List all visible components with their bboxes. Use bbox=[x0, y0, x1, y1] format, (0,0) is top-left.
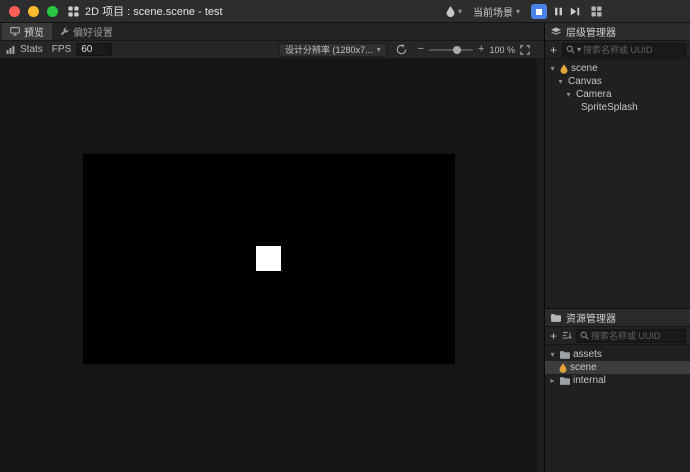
hierarchy-search-input[interactable] bbox=[583, 45, 682, 55]
tree-node-camera[interactable]: ▾ Camera bbox=[545, 88, 690, 101]
add-node-button[interactable]: + bbox=[549, 44, 558, 56]
step-frame-button[interactable] bbox=[570, 4, 580, 19]
search-icon bbox=[566, 45, 575, 54]
search-icon bbox=[580, 331, 589, 340]
game-viewport[interactable] bbox=[83, 154, 455, 364]
layers-icon bbox=[551, 27, 561, 37]
hierarchy-title: 层级管理器 bbox=[566, 24, 616, 39]
playback-controls bbox=[531, 4, 580, 19]
layout-grid-button[interactable] bbox=[591, 4, 602, 19]
chevron-down-icon[interactable]: ▾ bbox=[556, 77, 565, 86]
zoom-percentage: 100 % bbox=[489, 45, 515, 55]
assets-search-row: + bbox=[545, 327, 690, 345]
titlebar: 2D 项目 : scene.scene - test ▾ 当前场景 ▾ bbox=[0, 0, 690, 23]
fullscreen-icon[interactable] bbox=[520, 42, 530, 57]
tree-node-spritesplash[interactable]: SpriteSplash bbox=[545, 101, 690, 114]
preview-canvas bbox=[0, 59, 544, 472]
zoom-in-button[interactable]: + bbox=[478, 44, 484, 55]
assets-header[interactable]: 资源管理器 bbox=[545, 309, 690, 327]
preview-platform-dropdown[interactable]: ▾ bbox=[446, 6, 462, 17]
cocos-creator-window: 2D 项目 : scene.scene - test ▾ 当前场景 ▾ bbox=[0, 0, 690, 472]
main-area: 预览 偏好设置 Stats FPS 设计分辨率 (1280x7... bbox=[0, 23, 690, 472]
zoom-slider[interactable] bbox=[429, 49, 473, 51]
window-controls bbox=[9, 6, 58, 17]
folder-icon bbox=[551, 314, 561, 322]
close-window-button[interactable] bbox=[9, 6, 20, 17]
chevron-down-icon[interactable]: ▾ bbox=[548, 350, 557, 359]
stop-preview-button[interactable] bbox=[531, 4, 547, 19]
folder-icon bbox=[560, 377, 570, 385]
minimize-window-button[interactable] bbox=[28, 6, 39, 17]
scene-file-icon bbox=[559, 363, 567, 373]
pause-button[interactable] bbox=[554, 4, 563, 19]
scene-file-icon bbox=[560, 64, 568, 74]
droplet-icon bbox=[446, 6, 455, 17]
tree-node-canvas[interactable]: ▾ Canvas bbox=[545, 75, 690, 88]
preview-toolbar: Stats FPS 设计分辨率 (1280x7... ▾ − + 100 % bbox=[0, 41, 544, 59]
sort-assets-icon[interactable] bbox=[562, 331, 572, 340]
tree-node-label: assets bbox=[573, 349, 602, 360]
stats-icon bbox=[6, 45, 15, 55]
chevron-down-icon[interactable]: ▾ bbox=[548, 64, 557, 73]
maximize-window-button[interactable] bbox=[47, 6, 58, 17]
assets-title: 资源管理器 bbox=[566, 310, 616, 325]
chevron-right-icon[interactable]: ▸ bbox=[548, 376, 557, 385]
stop-icon bbox=[536, 9, 542, 15]
window-title: 2D 项目 : scene.scene - test bbox=[85, 3, 223, 19]
tree-node-label: Camera bbox=[576, 89, 612, 100]
hierarchy-search-row: + ▾ bbox=[545, 41, 690, 59]
fps-input[interactable] bbox=[76, 43, 112, 56]
zoom-out-button[interactable]: − bbox=[418, 44, 424, 55]
tab-preview[interactable]: 预览 bbox=[2, 23, 52, 40]
add-asset-button[interactable]: + bbox=[549, 330, 558, 342]
tree-node-label: SpriteSplash bbox=[581, 102, 638, 113]
monitor-icon bbox=[10, 27, 20, 36]
tree-node-label: scene bbox=[570, 362, 597, 373]
rotate-icon[interactable] bbox=[396, 42, 407, 57]
preview-panel: 预览 偏好设置 Stats FPS 设计分辨率 (1280x7... bbox=[0, 23, 545, 472]
hierarchy-header[interactable]: 层级管理器 bbox=[545, 23, 690, 41]
chevron-down-icon: ▾ bbox=[458, 7, 462, 16]
assets-search-box bbox=[576, 329, 686, 343]
hierarchy-search-box: ▾ bbox=[562, 43, 686, 57]
right-sidebar: 层级管理器 + ▾ ▾ bbox=[545, 23, 690, 472]
tree-node-label: Canvas bbox=[568, 76, 602, 87]
design-resolution-dropdown[interactable]: 设计分辨率 (1280x7... ▾ bbox=[279, 43, 387, 57]
current-scene-label: 当前场景 bbox=[473, 4, 513, 19]
splash-sprite bbox=[256, 246, 281, 271]
tree-node-label: internal bbox=[573, 375, 606, 386]
preview-controls: ▾ 当前场景 ▾ bbox=[446, 0, 602, 23]
tree-node-scene[interactable]: ▾ scene bbox=[545, 62, 690, 75]
preview-scrollbar[interactable] bbox=[537, 59, 544, 472]
chevron-down-icon: ▾ bbox=[377, 45, 381, 54]
design-resolution-label: 设计分辨率 (1280x7... bbox=[285, 43, 373, 56]
assets-tree: ▾ assets scene ▸ bbox=[545, 345, 690, 387]
chevron-down-icon[interactable]: ▾ bbox=[564, 90, 573, 99]
folder-icon bbox=[560, 351, 570, 359]
assets-panel: 资源管理器 + ▾ bbox=[545, 309, 690, 472]
assets-search-input[interactable] bbox=[591, 331, 682, 341]
asset-file-scene[interactable]: scene bbox=[545, 361, 690, 374]
search-filter-chevron-icon[interactable]: ▾ bbox=[577, 45, 581, 54]
tab-preferences-label: 偏好设置 bbox=[73, 24, 113, 39]
app-grid-icon bbox=[68, 6, 79, 17]
asset-folder-assets[interactable]: ▾ assets bbox=[545, 348, 690, 361]
stats-toggle[interactable]: Stats bbox=[20, 44, 43, 55]
asset-folder-internal[interactable]: ▸ internal bbox=[545, 374, 690, 387]
hierarchy-tree: ▾ scene ▾ Canvas ▾ Camera bbox=[545, 59, 690, 114]
hierarchy-panel: 层级管理器 + ▾ ▾ bbox=[545, 23, 690, 309]
tree-node-label: scene bbox=[571, 63, 598, 74]
chevron-down-icon: ▾ bbox=[516, 7, 520, 16]
tab-preview-label: 预览 bbox=[24, 24, 44, 39]
current-scene-dropdown[interactable]: 当前场景 ▾ bbox=[473, 4, 520, 19]
preview-tabbar: 预览 偏好设置 bbox=[0, 23, 544, 41]
zoom-slider-thumb[interactable] bbox=[453, 46, 461, 54]
fps-label: FPS bbox=[52, 44, 71, 55]
wrench-icon bbox=[60, 27, 69, 36]
tab-preferences[interactable]: 偏好设置 bbox=[52, 23, 121, 40]
